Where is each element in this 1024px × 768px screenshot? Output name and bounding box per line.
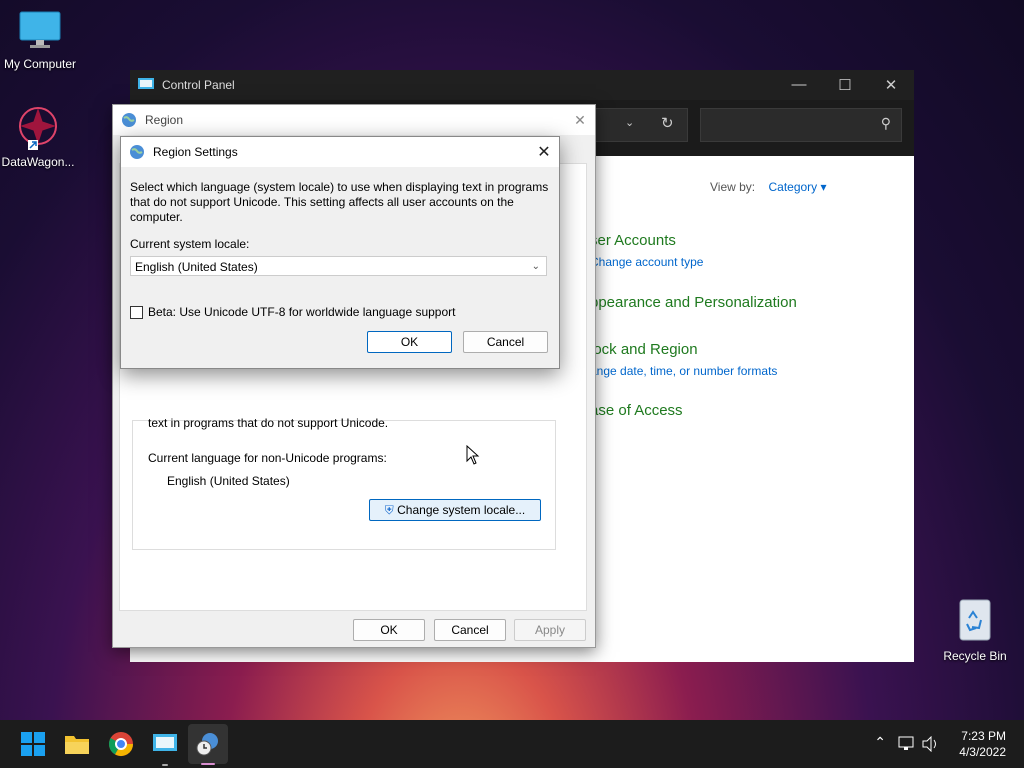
desktop-icon-label: My Computer xyxy=(3,57,77,71)
cancel-label: Cancel xyxy=(486,335,525,349)
locale-label: Current system locale: xyxy=(130,237,250,251)
beta-utf8-checkbox[interactable]: Beta: Use Unicode UTF-8 for worldwide la… xyxy=(130,305,456,319)
cancel-button[interactable]: Cancel xyxy=(434,619,506,641)
close-icon[interactable]: ✕ xyxy=(868,76,914,94)
chrome-icon[interactable] xyxy=(107,730,135,758)
active-app-indicator xyxy=(201,763,215,765)
view-by-value: Category xyxy=(768,180,818,194)
window-title: Control Panel xyxy=(162,78,235,92)
window-title: Region xyxy=(145,113,184,127)
region-settings-titlebar[interactable]: Region Settings ✕ xyxy=(121,137,559,167)
chevron-down-icon: ⌄ xyxy=(531,261,540,272)
uac-shield-icon: ⛨ xyxy=(384,503,394,517)
globe-icon xyxy=(122,113,136,127)
view-by-dropdown[interactable]: Category ▾ xyxy=(768,180,826,194)
desktop-icon-datawagon[interactable]: DataWagon... xyxy=(0,104,78,169)
change-system-locale-label: Change system locale... xyxy=(397,503,526,517)
category-user-accounts[interactable]: ser Accounts Change account type xyxy=(590,232,703,269)
apply-label: Apply xyxy=(534,623,566,637)
control-panel-titlebar[interactable]: Control Panel — ☐ ✕ xyxy=(130,70,914,100)
taskbar: ⌃ 7:23 PM 4/3/2022 xyxy=(0,720,1024,768)
refresh-icon[interactable]: ↻ xyxy=(661,114,674,132)
network-icon[interactable] xyxy=(898,736,916,752)
system-locale-dropdown[interactable]: English (United States) ⌄ xyxy=(130,256,547,276)
category-clock-region[interactable]: lock and Region ange date, time, or numb… xyxy=(590,341,777,378)
recycle-bin-icon xyxy=(959,599,991,641)
search-input[interactable]: ⚲ xyxy=(700,108,902,142)
view-by: View by: Category ▾ xyxy=(710,180,827,194)
control-panel-icon xyxy=(138,78,154,89)
chevron-down-icon[interactable]: ⌄ xyxy=(625,116,634,129)
checkbox-box[interactable] xyxy=(130,305,143,319)
apply-button[interactable]: Apply xyxy=(514,619,586,641)
volume-icon[interactable] xyxy=(922,736,940,752)
current-lang-label: Current language for non-Unicode program… xyxy=(148,451,387,465)
category-heading[interactable]: ser Accounts xyxy=(590,232,703,249)
beta-utf8-label: Beta: Use Unicode UTF-8 for worldwide la… xyxy=(148,305,456,319)
file-explorer-icon[interactable] xyxy=(63,730,91,758)
change-system-locale-button[interactable]: ⛨ Change system locale... xyxy=(369,499,541,521)
ok-button[interactable]: OK xyxy=(367,331,452,353)
desktop-icon-recycle-bin[interactable]: Recycle Bin xyxy=(935,596,1015,663)
cancel-label: Cancel xyxy=(451,623,489,637)
app-shortcut-icon xyxy=(19,107,57,150)
non-unicode-group: text in programs that do not support Uni… xyxy=(132,416,556,550)
mouse-cursor-icon xyxy=(466,445,480,465)
desktop-icon-my-computer[interactable]: My Computer xyxy=(0,10,80,71)
category-ease-of-access[interactable]: ase of Access xyxy=(590,402,683,419)
category-heading[interactable]: lock and Region xyxy=(590,341,777,358)
category-heading[interactable]: ase of Access xyxy=(590,402,683,419)
start-icon[interactable] xyxy=(19,730,47,758)
globe-clock-icon xyxy=(196,733,218,756)
region-titlebar[interactable]: Region ✕ xyxy=(113,105,595,135)
search-icon: ⚲ xyxy=(880,115,891,131)
category-appearance[interactable]: ppearance and Personalization xyxy=(590,294,797,311)
desktop-icon-label: Recycle Bin xyxy=(943,649,1007,663)
partial-text: text in programs that do not support Uni… xyxy=(148,416,389,430)
category-heading[interactable]: ppearance and Personalization xyxy=(590,294,797,311)
ok-label: OK xyxy=(380,623,398,637)
clock-date: 4/3/2022 xyxy=(959,745,1006,759)
monitor-icon xyxy=(19,11,61,48)
region-settings-dialog: Region Settings ✕ Select which language … xyxy=(120,136,560,369)
category-link[interactable]: Change account type xyxy=(590,255,703,269)
ok-label: OK xyxy=(400,335,419,349)
ok-button[interactable]: OK xyxy=(353,619,425,641)
active-app-indicator xyxy=(162,764,168,766)
chevron-up-icon[interactable]: ⌃ xyxy=(874,734,886,751)
locale-description: Select which language (system locale) to… xyxy=(130,180,549,224)
locale-value: English (United States) xyxy=(135,260,258,274)
minimize-icon[interactable]: — xyxy=(776,76,822,94)
clock-time: 7:23 PM xyxy=(961,729,1006,743)
taskbar-region-app[interactable] xyxy=(188,724,228,765)
globe-icon xyxy=(130,145,144,159)
desktop-icon-label: DataWagon... xyxy=(1,155,75,169)
category-link[interactable]: ange date, time, or number formats xyxy=(590,364,777,378)
address-bar[interactable]: ⌄ ↻ xyxy=(590,108,688,142)
view-by-label: View by: xyxy=(710,180,756,194)
close-icon[interactable]: ✕ xyxy=(529,142,559,162)
cancel-button[interactable]: Cancel xyxy=(463,331,548,353)
close-icon[interactable]: ✕ xyxy=(565,112,595,129)
dialog-title: Region Settings xyxy=(153,145,238,159)
clock[interactable]: 7:23 PM 4/3/2022 xyxy=(959,728,1006,760)
control-panel-icon[interactable] xyxy=(151,730,179,758)
maximize-icon[interactable]: ☐ xyxy=(822,76,868,94)
current-lang-value: English (United States) xyxy=(167,474,290,488)
